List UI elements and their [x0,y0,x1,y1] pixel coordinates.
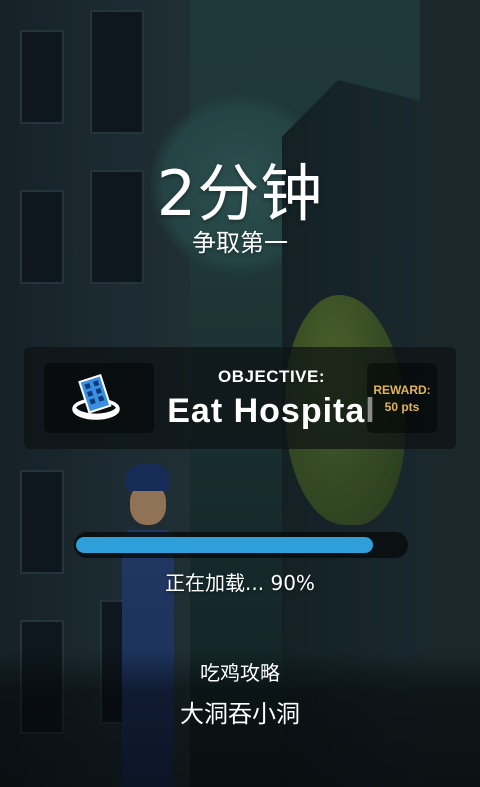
tip-body: 大洞吞小洞 [180,700,300,728]
loading-progress-text: 正在加载... 90% [165,571,315,595]
reward-value: 50 pts [384,400,420,414]
timer-title: 2分钟 [156,157,324,230]
loading-progress-fill [76,537,373,553]
tip-heading: 吃鸡攻略 [200,661,280,685]
hospital-building-icon [68,369,128,429]
loading-progress-bar [74,532,408,558]
timer-subtitle: 争取第一 [192,229,288,257]
objective-value: Eat Hospital [167,392,376,430]
loading-screen: 2分钟 争取第一 OBJECTIVE: Eat Hospital REWARD:… [0,0,480,787]
reward-label: REWARD: [373,383,431,397]
reward-box: REWARD: 50 pts [367,363,437,433]
objective-label: OBJECTIVE: [217,367,326,386]
objective-panel: OBJECTIVE: Eat Hospital REWARD: 50 pts [24,347,456,449]
